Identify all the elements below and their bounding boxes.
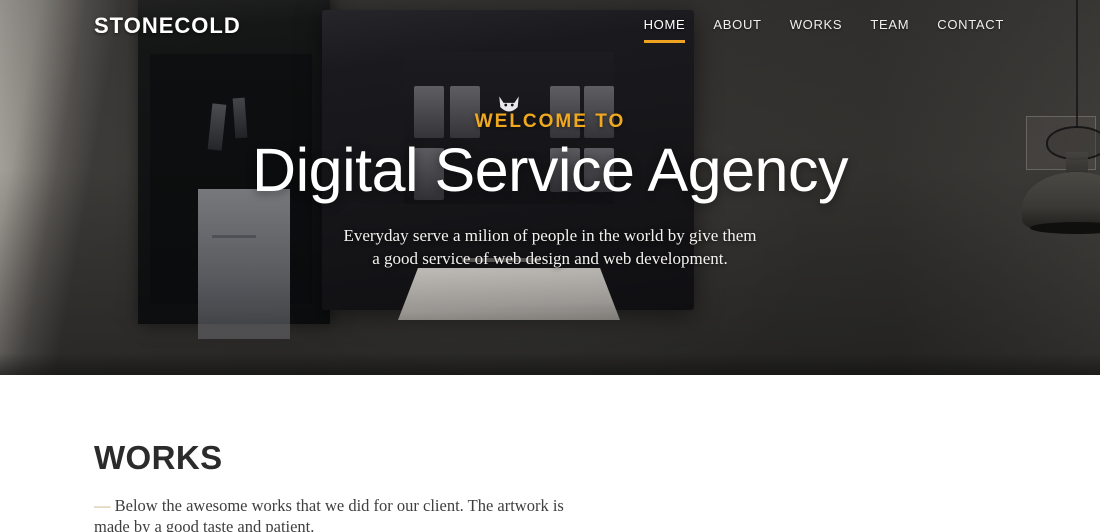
site-header: STONECOLD HOME ABOUT WORKS TEAM CONTACT [0,0,1100,50]
active-nav-underline [643,40,686,43]
hero-eyebrow: WELCOME TO [474,111,626,132]
works-description: — Below the awesome works that we did fo… [94,495,594,532]
main-navigation: HOME ABOUT WORKS TEAM CONTACT [643,17,1004,43]
nav-item-home[interactable]: HOME [643,17,686,43]
hero-content: WELCOME TO Digital Service Agency Everyd… [0,0,1100,375]
hero-section: STONECOLD HOME ABOUT WORKS TEAM CONTACT … [0,0,1100,375]
hero-subtitle-line-1: Everyday serve a milion of people in the… [343,225,757,245]
site-logo[interactable]: STONECOLD [94,13,241,39]
nav-item-works[interactable]: WORKS [790,17,843,43]
nav-item-contact[interactable]: CONTACT [937,17,1004,43]
nav-item-team[interactable]: TEAM [870,17,909,43]
works-section: WORKS — Below the awesome works that we … [0,375,1100,532]
em-dash-accent: — [94,496,111,515]
works-heading: WORKS [94,439,223,476]
works-description-text: Below the awesome works that we did for … [94,496,564,532]
hero-subtitle: Everyday serve a milion of people in the… [343,224,756,271]
nav-item-about[interactable]: ABOUT [713,17,761,43]
nav-item-label: HOME [643,17,686,32]
hero-title: Digital Service Agency [252,136,848,204]
hero-subtitle-line-2: a good service of web design and web dev… [372,249,728,269]
